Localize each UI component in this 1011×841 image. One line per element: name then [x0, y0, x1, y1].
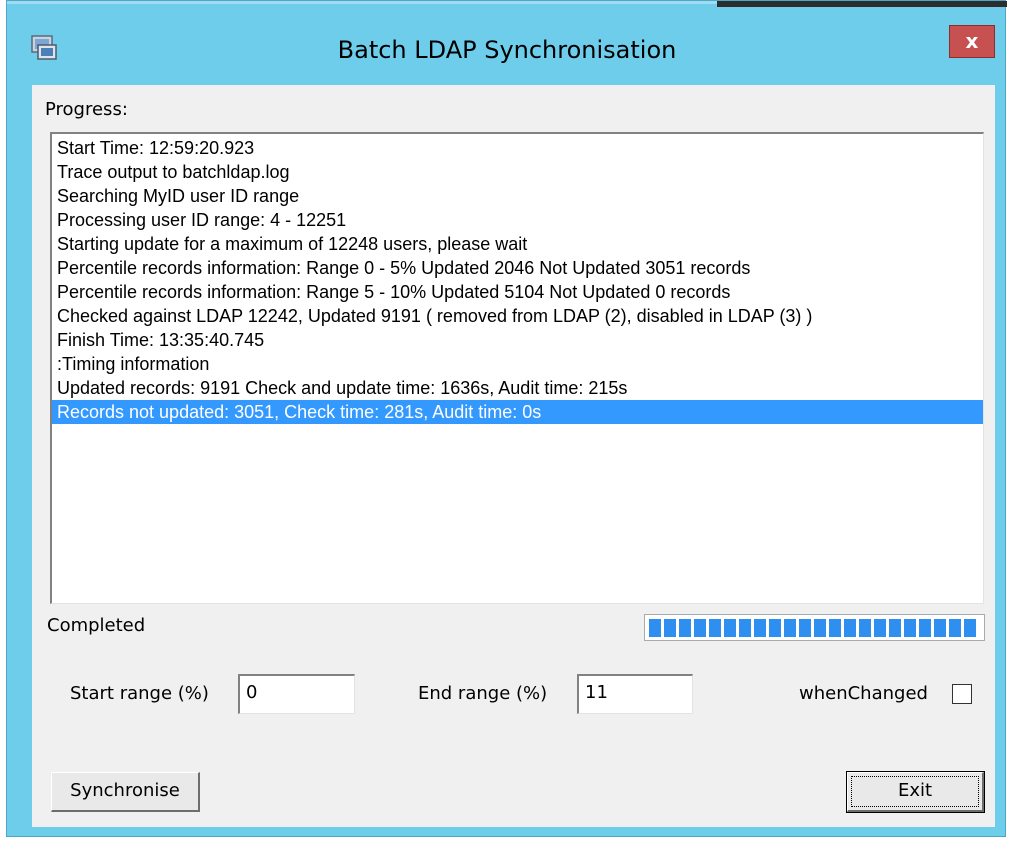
log-line[interactable]: Records not updated: 3051, Check time: 2… — [52, 400, 983, 424]
when-changed-label: whenChanged — [799, 683, 928, 704]
when-changed-checkbox[interactable] — [952, 684, 972, 704]
progress-segment — [769, 619, 781, 637]
log-line[interactable]: Percentile records information: Range 5 … — [52, 280, 983, 304]
exit-focus-rect — [851, 776, 979, 807]
progress-segment — [664, 619, 676, 637]
progress-segment — [724, 619, 736, 637]
progress-segment — [889, 619, 901, 637]
progress-segment — [679, 619, 691, 637]
log-line[interactable]: Start Time: 12:59:20.923 — [52, 136, 983, 160]
progress-segment — [949, 619, 961, 637]
title-bar[interactable]: Batch LDAP Synchronisation x — [7, 7, 1007, 85]
window-title: Batch LDAP Synchronisation — [337, 36, 677, 64]
start-range-input[interactable]: 0 — [238, 674, 355, 714]
log-line[interactable]: Processing user ID range: 4 - 12251 — [52, 208, 983, 232]
log-line[interactable]: Trace output to batchldap.log — [52, 160, 983, 184]
exit-button[interactable]: Exit — [846, 771, 985, 813]
end-range-input[interactable]: 11 — [577, 674, 693, 714]
progress-segment — [754, 619, 766, 637]
progress-segment — [934, 619, 946, 637]
progress-segment — [694, 619, 706, 637]
status-text: Completed — [47, 615, 146, 636]
log-line[interactable]: Starting update for a maximum of 12248 u… — [52, 232, 983, 256]
progress-segment — [874, 619, 886, 637]
progress-log-listbox[interactable]: Start Time: 12:59:20.923 Trace output to … — [50, 132, 984, 604]
close-button[interactable]: x — [949, 25, 995, 58]
progress-segment — [784, 619, 796, 637]
end-range-label: End range (%) — [418, 683, 548, 704]
log-line[interactable]: Percentile records information: Range 0 … — [52, 256, 983, 280]
progress-segment — [829, 619, 841, 637]
start-range-label: Start range (%) — [70, 683, 209, 704]
progress-segment — [904, 619, 916, 637]
log-line[interactable]: :Timing information — [52, 352, 983, 376]
top-edge-light — [7, 1, 717, 4]
close-icon: x — [965, 29, 979, 53]
dialog-client-area: Progress: Start Time: 12:59:20.923 Trace … — [32, 85, 995, 827]
progress-segment — [844, 619, 856, 637]
progress-segment — [814, 619, 826, 637]
synchronise-button[interactable]: Synchronise — [51, 772, 200, 812]
progress-bar — [644, 614, 985, 641]
log-line[interactable]: Checked against LDAP 12242, Updated 9191… — [52, 304, 983, 328]
progress-segment — [859, 619, 871, 637]
log-line[interactable]: Updated records: 9191 Check and update t… — [52, 376, 983, 400]
progress-segment — [649, 619, 661, 637]
batch-ldap-window: Batch LDAP Synchronisation x Progress: S… — [6, 0, 1007, 837]
progress-segment — [739, 619, 751, 637]
progress-segment — [919, 619, 931, 637]
progress-label: Progress: — [45, 99, 128, 120]
progress-segment — [709, 619, 721, 637]
progress-segment — [799, 619, 811, 637]
log-line[interactable]: Searching MyID user ID range — [52, 184, 983, 208]
log-line[interactable]: Finish Time: 13:35:40.745 — [52, 328, 983, 352]
progress-segment — [964, 619, 976, 637]
